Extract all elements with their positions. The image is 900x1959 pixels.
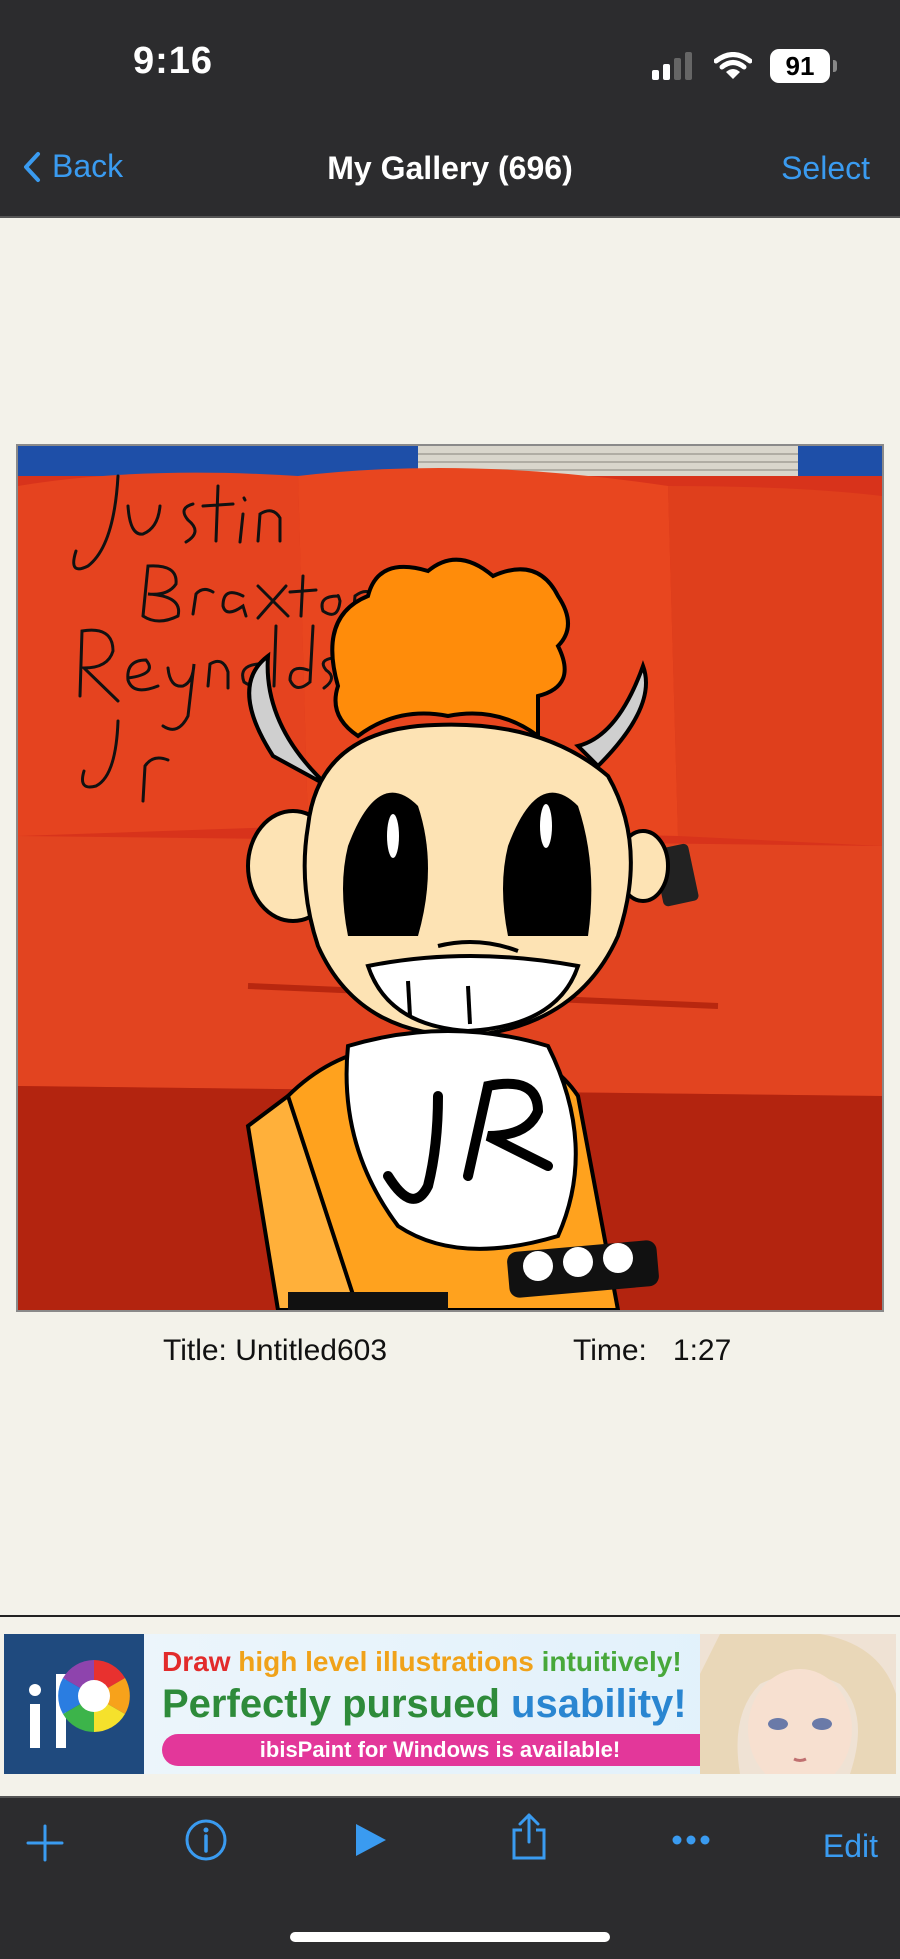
color-wheel-icon [29,1660,130,1748]
ad-line2-b: usability! [511,1682,687,1726]
ad-line1-a: Draw [162,1646,231,1677]
nav-bar: Back My Gallery (696) Select [0,128,900,218]
ad-headline: Draw high level illustrations intuitivel… [162,1646,682,1678]
ad-banner[interactable]: Draw high level illustrations intuitivel… [4,1634,896,1774]
play-icon[interactable] [354,1822,388,1858]
ad-line2-a: Perfectly pursued [162,1682,500,1726]
ad-cta[interactable]: ibisPaint for Windows is available! [162,1734,718,1766]
artwork-title: Title: Untitled603 [163,1334,388,1367]
status-time: 9:16 [133,40,214,82]
ellipsis-icon[interactable] [671,1834,711,1846]
status-bar: 9:16 91 [0,0,900,128]
info-icon[interactable] [184,1818,228,1862]
page-title: My Gallery (696) [327,150,573,186]
time-label: Time: [573,1334,647,1367]
ad-divider [0,1615,900,1617]
ad-tagline: Perfectly pursued usability! [162,1682,687,1727]
select-button[interactable]: Select [781,150,870,187]
signal-icon [652,52,692,80]
artwork-illustration [18,446,882,1310]
ad-character-image [700,1634,896,1774]
wifi-icon [714,52,752,79]
home-indicator [290,1932,610,1942]
artwork-time: Time: 1:27 [573,1334,731,1368]
ad-line1-b: high level illustrations [238,1646,534,1677]
time-value: 1:27 [672,1334,732,1367]
plus-icon[interactable] [26,1824,64,1862]
share-icon[interactable] [510,1812,548,1862]
battery-icon: 91 [770,49,837,83]
status-icons: 91 [652,48,837,84]
ibispaint-logo [4,1634,144,1774]
ad-line1-c: intuitively! [541,1646,682,1677]
edit-button[interactable]: Edit [823,1828,878,1865]
battery-level: 91 [785,50,815,81]
artwork-image[interactable] [16,444,884,1312]
